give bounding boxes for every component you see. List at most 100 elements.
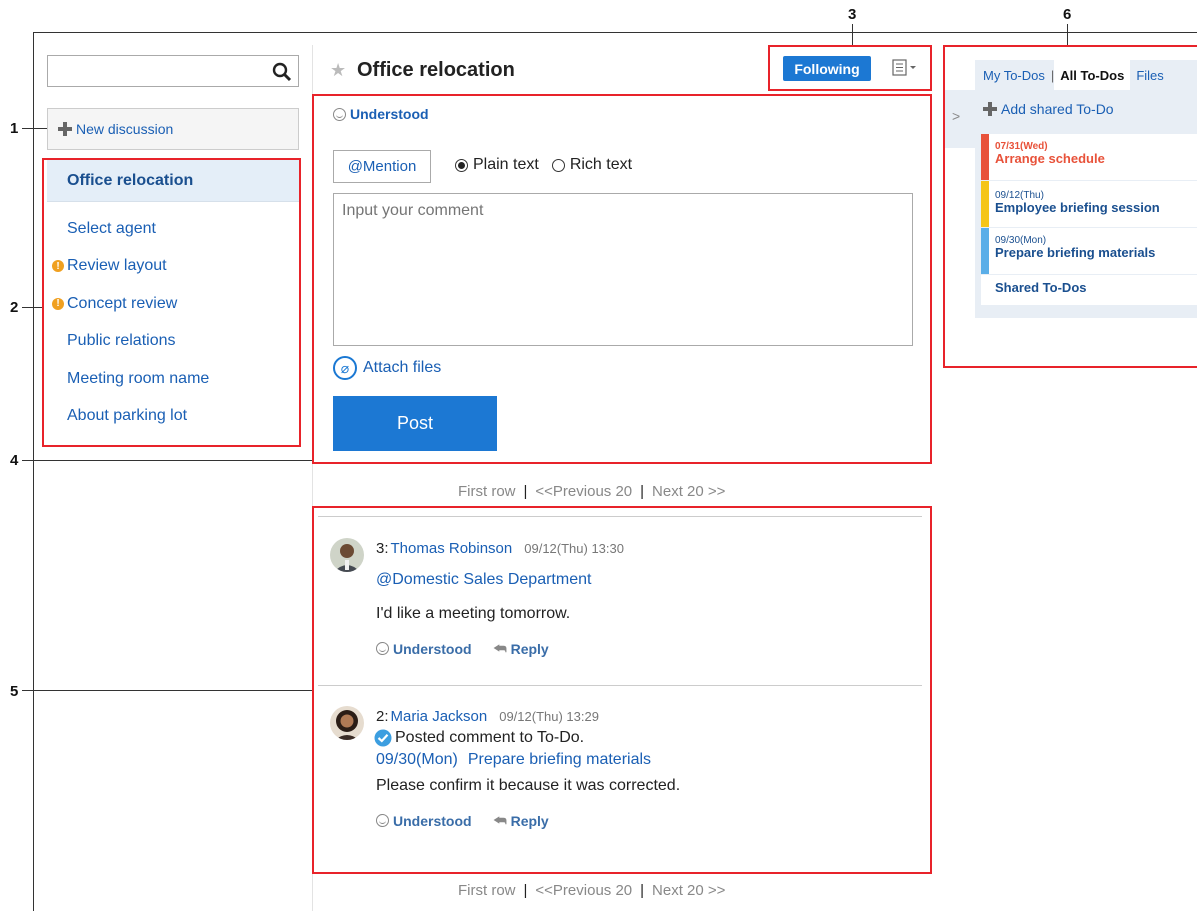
discussion-item[interactable]: ! Review layout xyxy=(47,248,299,286)
shared-todos-link[interactable]: Shared To-Dos xyxy=(981,275,1197,305)
comment-textarea[interactable] xyxy=(333,193,913,346)
pager-separator: | xyxy=(640,882,645,899)
todo-tabs: My To-Dos | All To-Dos Files xyxy=(975,60,1197,90)
comment-post: 2: Maria Jackson 09/12(Thu) 13:29 Posted… xyxy=(330,706,920,846)
search-icon[interactable] xyxy=(272,62,292,82)
understood-button[interactable]: Understood xyxy=(333,106,429,122)
todo-item[interactable]: 09/12(Thu) Employee briefing session xyxy=(981,181,1197,227)
discussion-label: Meeting room name xyxy=(67,369,210,387)
author-link[interactable]: Maria Jackson xyxy=(391,708,488,725)
discussion-label: Review layout xyxy=(67,257,167,275)
reply-label: Reply xyxy=(510,640,549,657)
reply-icon: ⮪ xyxy=(493,640,507,656)
pager-prev[interactable]: <<Previous 20 xyxy=(535,882,632,899)
tab-all-todos[interactable]: All To-Dos xyxy=(1054,60,1131,90)
avatar[interactable] xyxy=(330,538,364,572)
discussion-item[interactable]: Public relations xyxy=(47,323,299,361)
understood-button[interactable]: Understood xyxy=(376,641,472,657)
discussion-item[interactable]: Select agent xyxy=(47,210,299,248)
post-header: 2: Maria Jackson 09/12(Thu) 13:29 xyxy=(376,708,680,725)
todo-title: Arrange schedule xyxy=(995,151,1105,166)
todo-title: Employee briefing session xyxy=(995,200,1160,215)
tab-my-todos[interactable]: My To-Dos xyxy=(975,60,1051,90)
todo-link[interactable]: 09/30(Mon) Prepare briefing materials xyxy=(376,751,680,769)
understood-button[interactable]: Understood xyxy=(376,813,472,829)
check-circle-icon xyxy=(374,729,392,747)
todo-color-bar xyxy=(981,181,989,227)
callout-5-line xyxy=(22,690,314,691)
author-link[interactable]: Thomas Robinson xyxy=(391,540,513,557)
star-icon[interactable]: ★ xyxy=(330,60,346,81)
paperclip-icon: ⌀ xyxy=(333,356,357,380)
format-radio-group: Plain text Rich text xyxy=(455,156,632,174)
post-body: I'd like a meeting tomorrow. xyxy=(376,605,571,622)
plus-icon xyxy=(983,102,997,116)
pager-top: First row | <<Previous 20 | Next 20 >> xyxy=(458,483,725,500)
callout-1: 1 xyxy=(10,120,19,137)
rich-text-radio[interactable] xyxy=(551,158,565,172)
understood-label: Understood xyxy=(393,812,472,829)
rich-text-label: Rich text xyxy=(569,156,633,173)
callout-6: 6 xyxy=(1063,6,1072,23)
unread-alert-icon: ! xyxy=(52,260,64,273)
discussion-label: Select agent xyxy=(67,219,156,237)
discussion-item[interactable]: Office relocation xyxy=(47,160,299,202)
post-number: 3: xyxy=(376,540,389,557)
page-title: Office relocation xyxy=(357,59,515,81)
todo-item[interactable]: 09/30(Mon) Prepare briefing materials xyxy=(981,228,1197,274)
tab-files[interactable]: Files xyxy=(1130,60,1169,90)
reply-label: Reply xyxy=(510,812,549,829)
shared-todos-label: Shared To-Dos xyxy=(995,280,1087,295)
todo-item[interactable]: 07/31(Wed) Arrange schedule xyxy=(981,134,1197,180)
pager-next[interactable]: Next 20 >> xyxy=(652,483,725,500)
plus-icon xyxy=(58,122,72,136)
post-content: 3: Thomas Robinson 09/12(Thu) 13:30 @Dom… xyxy=(376,540,624,657)
avatar[interactable] xyxy=(330,706,364,740)
posts-top-divider xyxy=(318,516,922,517)
reply-icon: ⮪ xyxy=(493,812,507,828)
pager-separator: | xyxy=(640,483,645,500)
add-shared-todo-label: Add shared To-Do xyxy=(1001,101,1114,117)
new-discussion-button[interactable]: New discussion xyxy=(47,108,299,150)
comment-post: 3: Thomas Robinson 09/12(Thu) 13:30 @Dom… xyxy=(330,538,920,668)
mention-button[interactable]: @Mention xyxy=(333,150,431,183)
discussion-item[interactable]: ! Concept review xyxy=(47,285,299,323)
reply-button[interactable]: ⮪ Reply xyxy=(494,812,549,829)
chevron-right-icon[interactable]: > xyxy=(952,108,960,124)
post-number: 2: xyxy=(376,708,389,725)
center-divider xyxy=(312,45,313,911)
todo-note: Posted comment to To-Do. xyxy=(374,729,680,747)
post-divider xyxy=(318,685,922,686)
pager-separator: | xyxy=(523,882,528,899)
left-frame-line xyxy=(33,32,34,911)
discussion-label: Public relations xyxy=(67,332,176,350)
smile-icon xyxy=(376,814,389,827)
callout-3-line xyxy=(852,24,853,45)
discussion-item[interactable]: About parking lot xyxy=(47,398,299,436)
following-button[interactable]: Following xyxy=(783,56,871,81)
pager-first[interactable]: First row xyxy=(458,483,516,500)
plain-text-radio[interactable] xyxy=(455,158,468,172)
reply-button[interactable]: ⮪ Reply xyxy=(494,640,549,657)
discussion-item[interactable]: Meeting room name xyxy=(47,360,299,398)
discussion-label: About parking lot xyxy=(67,407,188,425)
list-menu-icon[interactable] xyxy=(890,58,922,78)
discussion-list: Office relocation Select agent ! Review l… xyxy=(47,160,299,435)
callout-4: 4 xyxy=(10,452,19,469)
post-button[interactable]: Post xyxy=(333,396,497,451)
attach-files-link[interactable]: ⌀ Attach files xyxy=(333,356,441,380)
post-actions: Understood ⮪ Reply xyxy=(376,812,680,829)
pager-prev[interactable]: <<Previous 20 xyxy=(535,483,632,500)
search-input[interactable] xyxy=(48,56,258,86)
add-shared-todo-link[interactable]: Add shared To-Do xyxy=(983,101,1114,117)
mention-link[interactable]: @Domestic Sales Department xyxy=(376,571,624,589)
search-box xyxy=(47,55,299,87)
pager-first[interactable]: First row xyxy=(458,882,516,899)
post-body: Please confirm it because it was correct… xyxy=(376,777,681,794)
new-discussion-label: New discussion xyxy=(76,121,174,137)
pager-next[interactable]: Next 20 >> xyxy=(652,882,725,899)
smile-icon xyxy=(333,107,346,121)
callout-2: 2 xyxy=(10,299,19,316)
discussion-label: Concept review xyxy=(67,294,178,312)
todo-note-label: Posted comment to To-Do. xyxy=(395,729,585,746)
